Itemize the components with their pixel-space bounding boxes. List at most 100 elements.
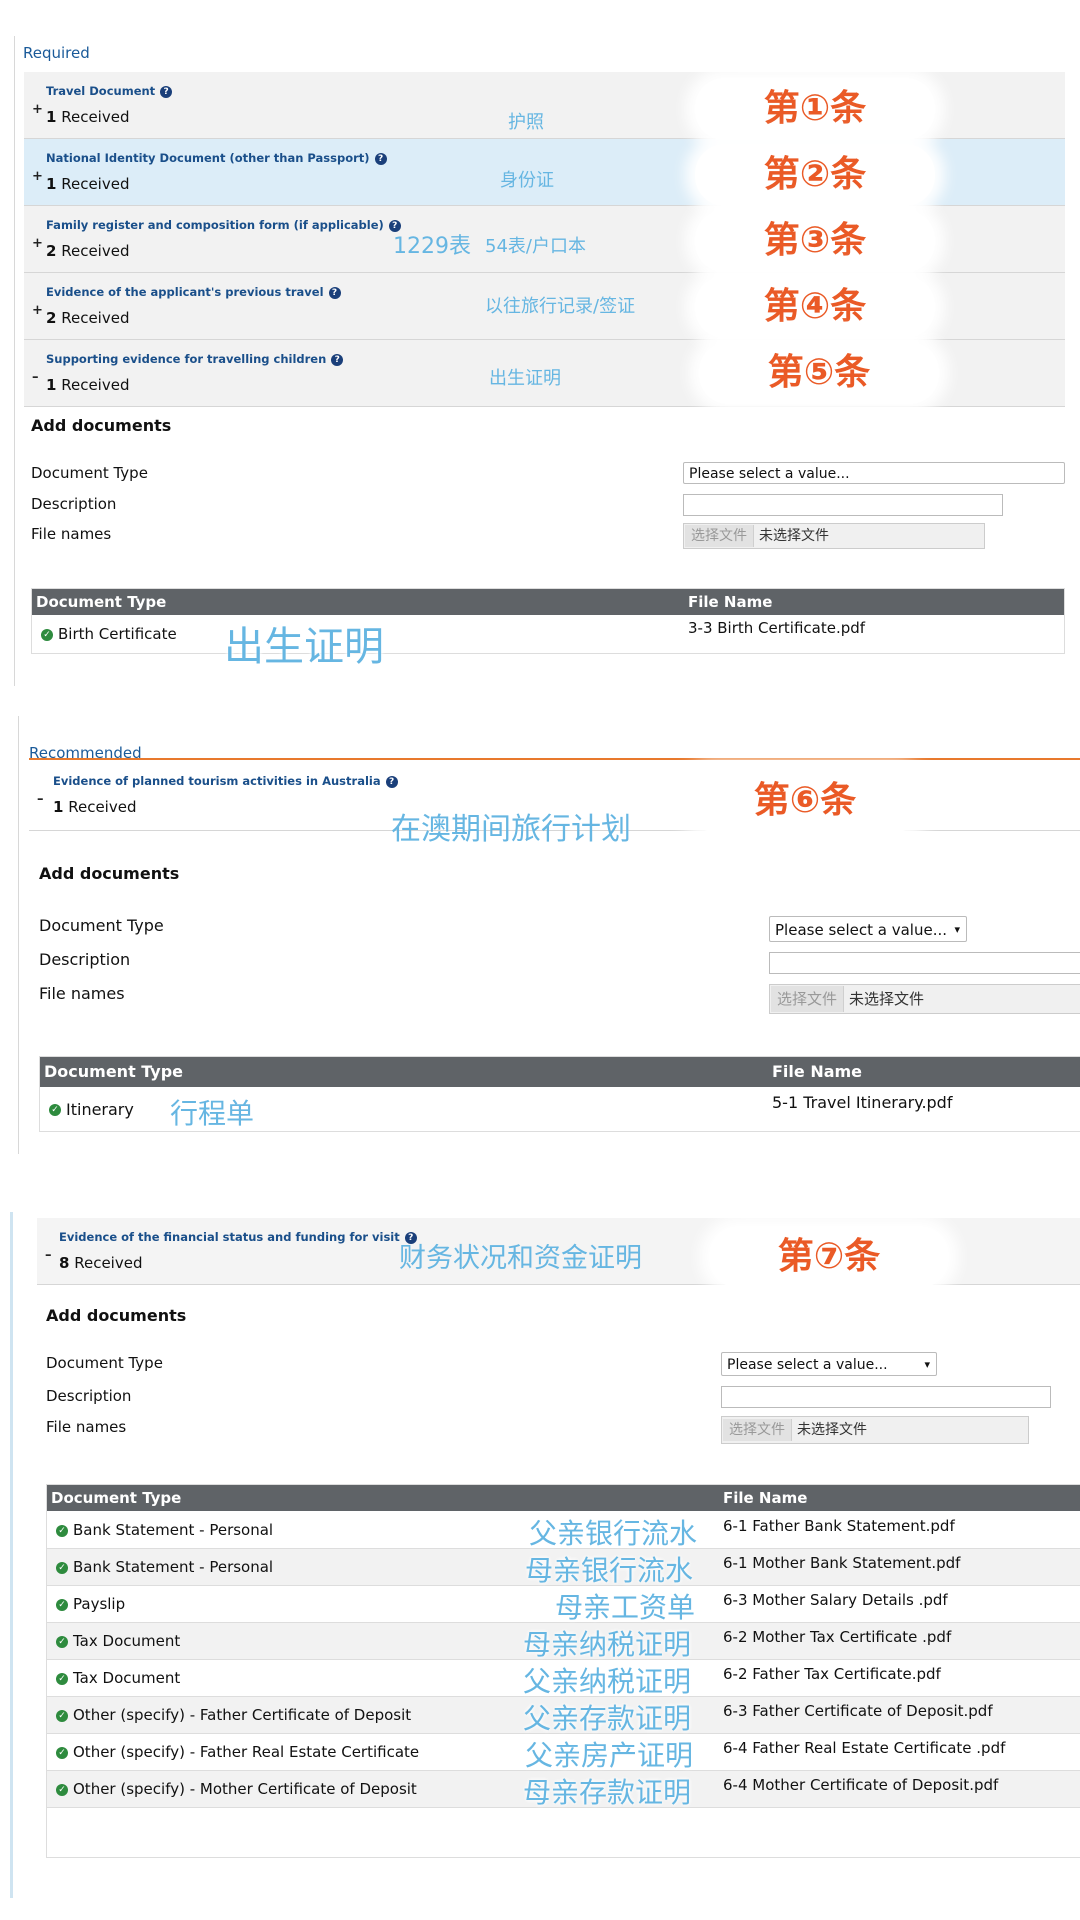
row-file-name[interactable]: 6-1 Father Bank Statement.pdf — [723, 1517, 955, 1535]
table-row[interactable]: ✓ Other (specify) - Mother Certificate o… — [47, 1771, 1080, 1809]
table-header: Document Type File Name — [32, 589, 1064, 615]
badge-clause-6: 第⑥条 — [685, 770, 925, 832]
badge-clause-3: 第③条 — [695, 210, 935, 272]
table-row[interactable]: ✓ Bank Statement - Personal 6-1 Mother B… — [47, 1549, 1080, 1587]
description-label: Description — [46, 1387, 132, 1405]
row-document-type: Other (specify) - Father Certificate of … — [73, 1706, 412, 1724]
choose-file-button[interactable]: 选择文件 — [685, 525, 754, 547]
row-annotation: 行程单 — [170, 1097, 255, 1130]
item-title[interactable]: National Identity Document (other than P… — [46, 151, 370, 165]
table-row[interactable]: ✓ Other (specify) - Father Real Estate C… — [47, 1734, 1080, 1772]
row-document-type: Birth Certificate — [58, 625, 177, 643]
expand-toggle[interactable]: + — [32, 236, 43, 251]
help-icon[interactable]: ? — [331, 354, 344, 366]
row-file-name[interactable]: 6-4 Father Real Estate Certificate .pdf — [723, 1739, 1005, 1757]
choose-file-button[interactable]: 选择文件 — [771, 986, 845, 1012]
choose-file-button[interactable]: 选择文件 — [723, 1419, 792, 1441]
help-icon[interactable]: ? — [374, 153, 387, 165]
annotation-travel-history: 以往旅行记录/签证 — [485, 296, 636, 317]
row-file-name[interactable]: 6-4 Mother Certificate of Deposit.pdf — [723, 1776, 998, 1794]
file-picker[interactable]: 选择文件 未选择文件 — [683, 523, 985, 549]
document-type-select[interactable]: Please select a value... — [683, 462, 1065, 484]
help-icon[interactable]: ? — [328, 287, 341, 299]
description-input[interactable] — [721, 1386, 1051, 1408]
add-documents-heading: Add documents — [39, 864, 180, 883]
item-title[interactable]: Family register and composition form (if… — [46, 218, 384, 232]
section-divider — [29, 758, 1080, 760]
row-file-name[interactable]: 6-2 Father Tax Certificate.pdf — [723, 1665, 941, 1683]
received-count: 1 — [46, 175, 57, 193]
col-document-type: Document Type — [36, 593, 167, 611]
file-status: 未选择文件 — [849, 990, 925, 1008]
annotation-id-card: 身份证 — [500, 170, 554, 191]
received-count: 2 — [46, 242, 57, 260]
table-row[interactable]: ✓ Tax Document 6-2 Father Tax Certificat… — [47, 1660, 1080, 1698]
row-document-type: Bank Statement - Personal — [73, 1558, 274, 1576]
row-file-name[interactable]: 6-3 Mother Salary Details .pdf — [723, 1591, 948, 1609]
expand-toggle[interactable]: + — [32, 102, 43, 117]
table-row[interactable]: ✓ Tax Document 6-2 Mother Tax Certificat… — [47, 1623, 1080, 1661]
check-icon: ✓ — [56, 1525, 68, 1537]
file-names-label: File names — [39, 984, 125, 1003]
file-status: 未选择文件 — [797, 1422, 867, 1438]
file-names-label: File names — [46, 1418, 127, 1436]
check-icon: ✓ — [41, 629, 53, 641]
row-file-name[interactable]: 6-3 Father Certificate of Deposit.pdf — [723, 1702, 993, 1720]
table-row[interactable]: ✓ Itinerary 5-1 Travel Itinerary.pdf 行程单 — [40, 1088, 1080, 1132]
row-file-name[interactable]: 3-3 Birth Certificate.pdf — [688, 619, 865, 637]
row-file-name[interactable]: 6-2 Mother Tax Certificate .pdf — [723, 1628, 951, 1646]
col-document-type: Document Type — [44, 1062, 184, 1081]
uploaded-documents-table: Document Type File Name ✓ Birth Certific… — [31, 588, 1065, 670]
table-row[interactable]: ✓ Bank Statement - Personal 6-1 Father B… — [47, 1512, 1080, 1550]
annotation-household: 54表/户口本 — [485, 236, 586, 257]
chevron-down-icon: ▾ — [954, 923, 960, 936]
file-picker[interactable]: 选择文件 未选择文件 — [769, 984, 1080, 1014]
file-picker[interactable]: 选择文件 未选择文件 — [721, 1416, 1029, 1444]
table-row[interactable]: ✓ Payslip 6-3 Mother Salary Details .pdf… — [47, 1586, 1080, 1624]
table-row[interactable]: ✓ Other (specify) - Father Certificate o… — [47, 1697, 1080, 1735]
help-icon[interactable]: ? — [385, 776, 398, 788]
description-label: Description — [31, 495, 117, 513]
document-type-label: Document Type — [39, 916, 164, 935]
expand-toggle[interactable]: + — [32, 169, 43, 184]
row-document-type: Payslip — [73, 1595, 126, 1613]
add-documents-heading: Add documents — [46, 1306, 187, 1325]
check-icon: ✓ — [56, 1673, 68, 1685]
document-type-label: Document Type — [31, 464, 148, 482]
document-type-select[interactable]: Please select a value... ▾ — [721, 1352, 937, 1376]
item-title[interactable]: Evidence of the financial status and fun… — [59, 1230, 400, 1244]
row-document-type: Other (specify) - Mother Certificate of … — [73, 1780, 417, 1798]
help-icon[interactable]: ? — [160, 86, 173, 98]
required-heading: Required — [23, 44, 90, 62]
row-document-type: Itinerary — [66, 1100, 134, 1119]
description-input[interactable] — [683, 494, 1003, 516]
received-label: Received — [68, 798, 137, 816]
row-file-name[interactable]: 6-1 Mother Bank Statement.pdf — [723, 1554, 960, 1572]
annotation-form-1229: 1229表 — [393, 234, 471, 259]
description-input[interactable] — [769, 952, 1080, 974]
add-documents-heading: Add documents — [31, 416, 172, 435]
financial-panel: – Evidence of the financial status and f… — [10, 1212, 1080, 1898]
row-file-name[interactable]: 5-1 Travel Itinerary.pdf — [772, 1093, 952, 1112]
row-annotation: 母亲工资单 — [555, 1591, 696, 1624]
item-title[interactable]: Evidence of the applicant's previous tra… — [46, 285, 324, 299]
expand-toggle[interactable]: – — [32, 370, 39, 385]
item-title[interactable]: Travel Document — [46, 84, 155, 98]
row-document-type: Tax Document — [73, 1632, 181, 1650]
badge-clause-5: 第⑤条 — [699, 342, 939, 404]
check-icon: ✓ — [56, 1599, 68, 1611]
col-file-name: File Name — [688, 593, 773, 611]
row-annotation: 父亲房产证明 — [525, 1739, 694, 1772]
expand-toggle[interactable]: + — [32, 303, 43, 318]
description-label: Description — [39, 950, 131, 969]
expand-toggle[interactable]: – — [45, 1248, 52, 1263]
badge-clause-4: 第④条 — [695, 276, 935, 338]
document-type-select[interactable]: Please select a value... ▾ — [769, 916, 967, 942]
expand-toggle[interactable]: – — [37, 792, 44, 807]
item-title[interactable]: Evidence of planned tourism activities i… — [53, 774, 381, 788]
received-label: Received — [74, 1254, 143, 1272]
item-title[interactable]: Supporting evidence for travelling child… — [46, 352, 326, 366]
received-count: 1 — [53, 798, 64, 816]
table-row[interactable]: ✓ Birth Certificate 3-3 Birth Certificat… — [32, 616, 1064, 670]
check-icon: ✓ — [56, 1562, 68, 1574]
